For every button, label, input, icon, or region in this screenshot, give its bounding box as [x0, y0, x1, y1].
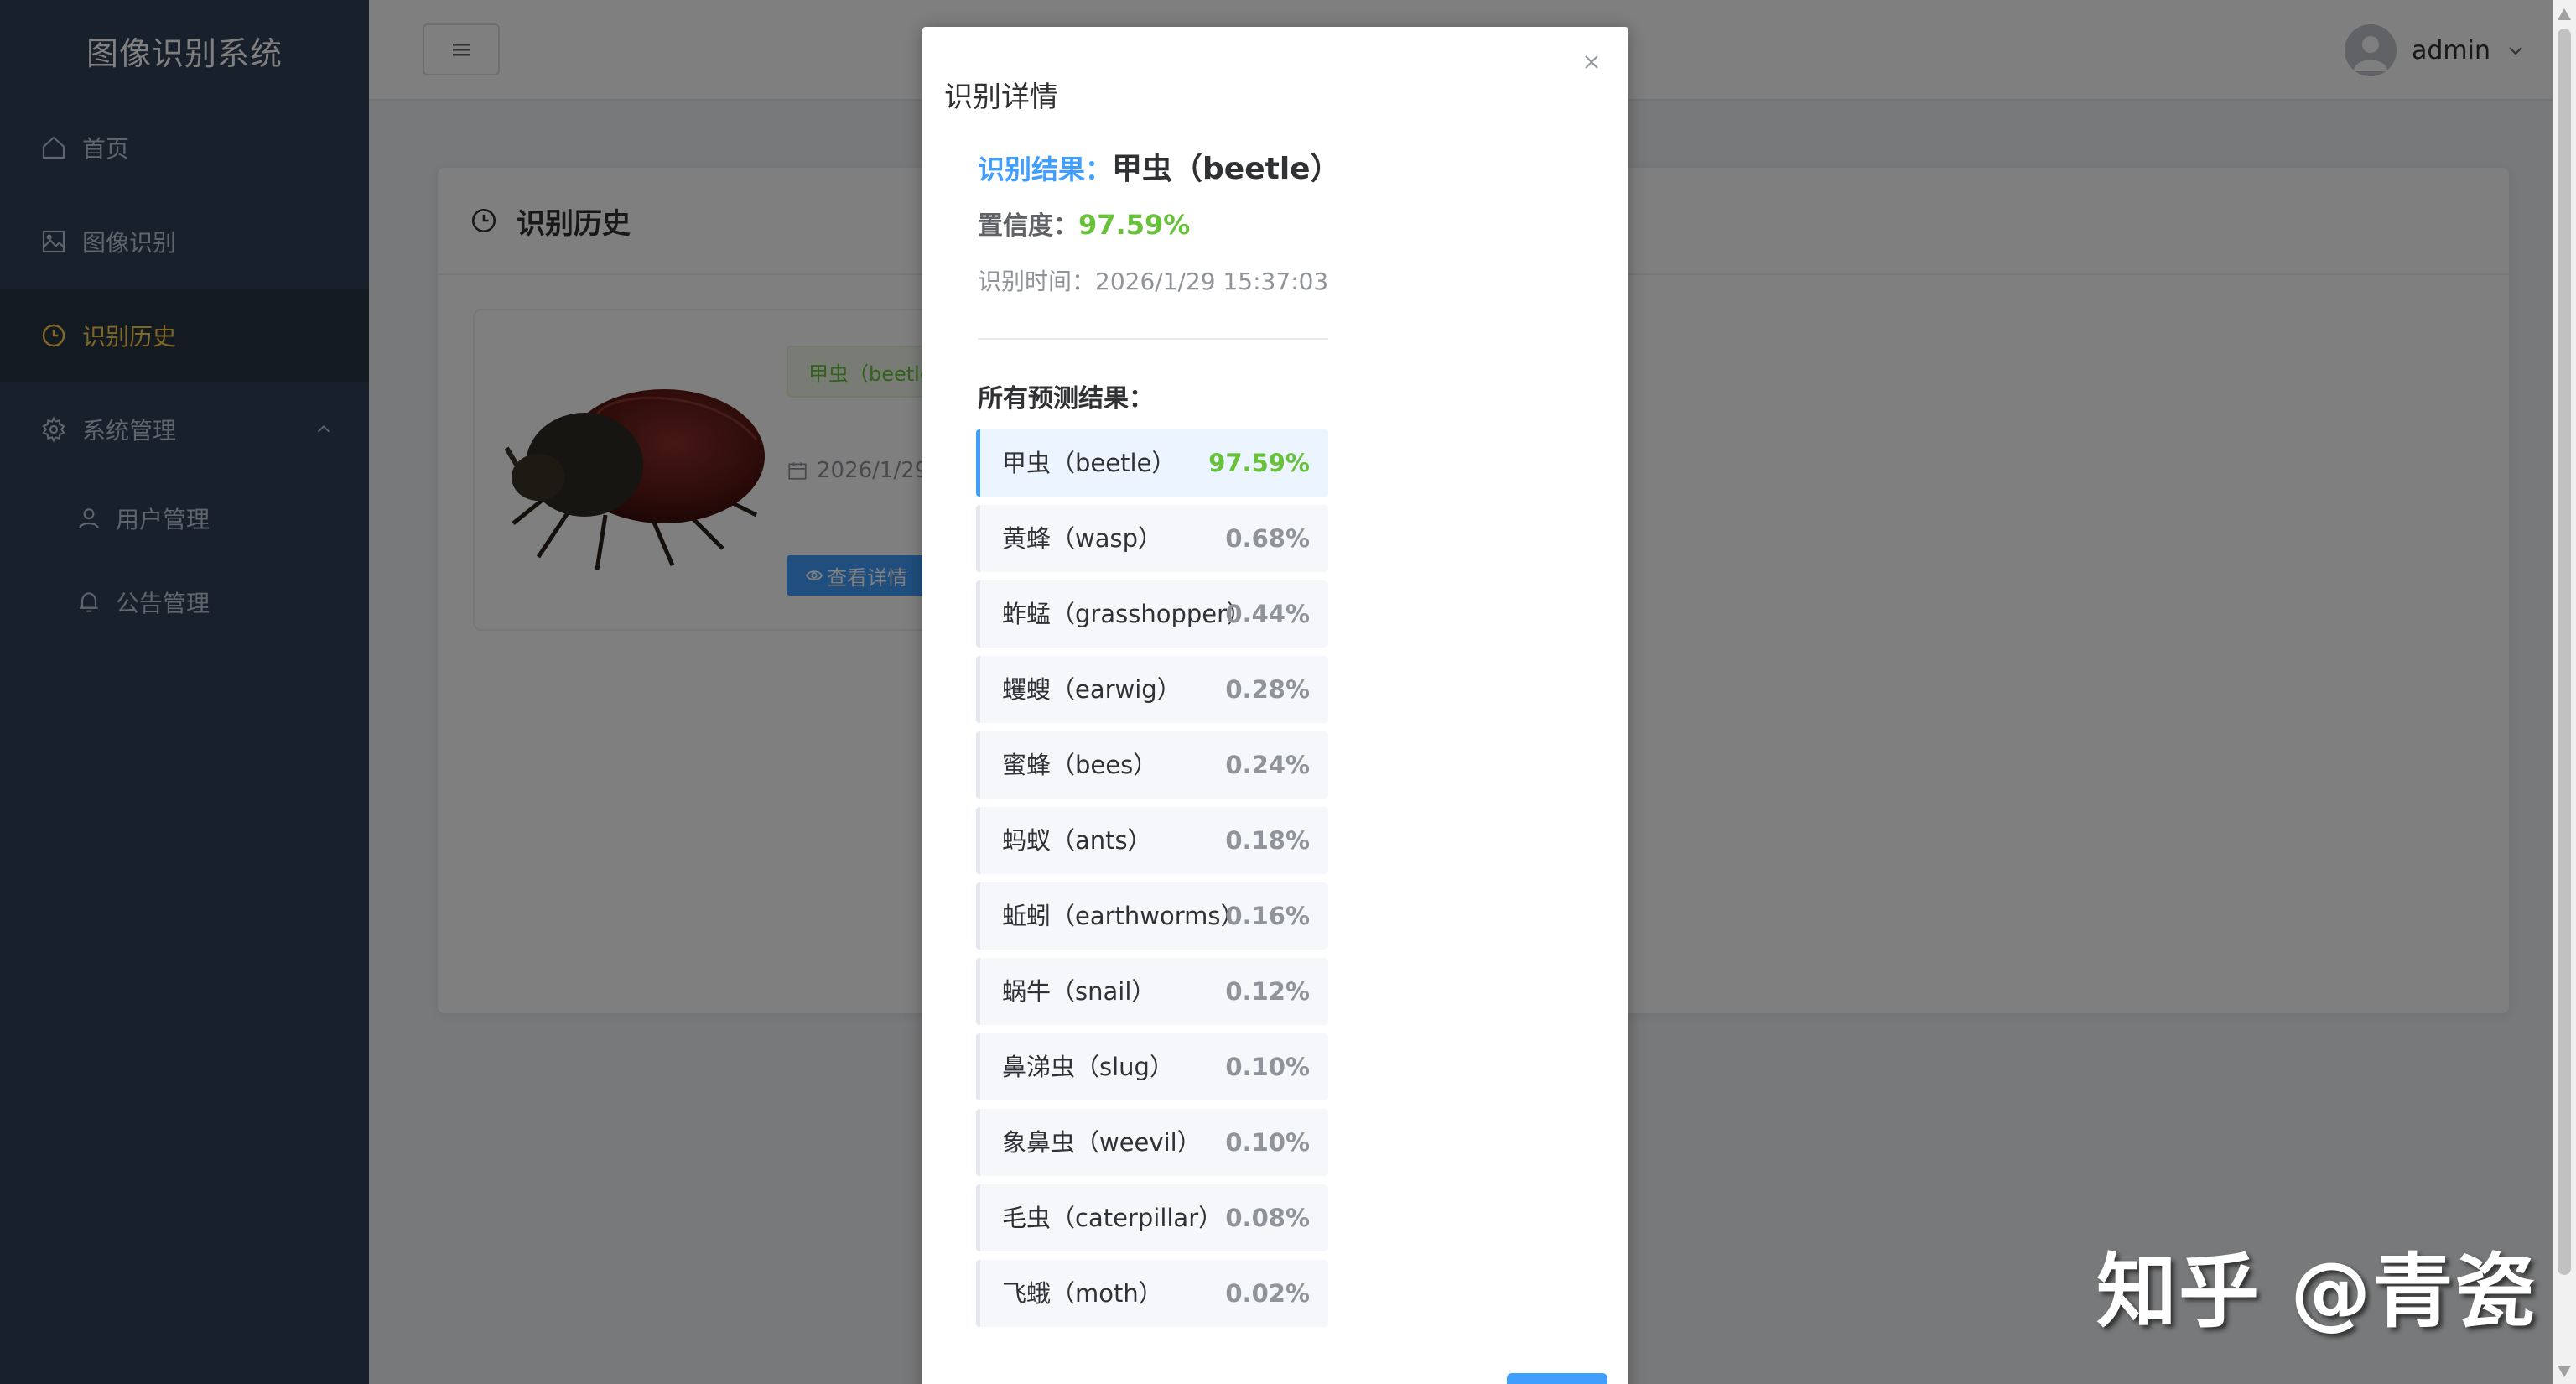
prediction-name: 象鼻虫（weevil） [1002, 1128, 1202, 1157]
prediction-row: 飞蛾（moth） 0.02% [976, 1260, 1328, 1327]
prediction-percent: 0.16% [1225, 902, 1310, 930]
scroll-thumb[interactable] [2558, 29, 2571, 1275]
scroll-down-arrow-icon[interactable] [2558, 1366, 2571, 1377]
prediction-row: 蠼螋（earwig） 0.28% [976, 656, 1328, 723]
prediction-percent: 0.28% [1225, 675, 1310, 704]
prediction-percent: 0.08% [1225, 1204, 1310, 1232]
all-predictions-label: 所有预测结果： [978, 384, 1154, 414]
prediction-name: 鼻涕虫（slug） [1002, 1053, 1174, 1081]
page-scrollbar[interactable] [2553, 0, 2576, 1384]
watermark: 知乎 @青瓷 [2096, 1245, 2537, 1339]
confidence-label: 置信度： [978, 211, 1078, 241]
close-button[interactable] [1575, 45, 1608, 79]
time-line: 识别时间： 2026/1/29 15:37:03 [978, 263, 1328, 297]
time-label: 识别时间： [978, 268, 1096, 295]
prediction-percent: 0.18% [1225, 826, 1310, 855]
prediction-row: 蜗牛（snail） 0.12% [976, 958, 1328, 1025]
result-label: 识别结果： [978, 153, 1113, 185]
result-value: 甲虫（beetle） [1112, 152, 1341, 186]
prediction-percent: 0.10% [1225, 1053, 1310, 1081]
prediction-row: 黄蜂（wasp） 0.68% [976, 505, 1328, 572]
prediction-percent: 0.44% [1225, 600, 1310, 628]
time-value: 2026/1/29 15:37:03 [1095, 268, 1329, 295]
confidence-value: 97.59% [1078, 209, 1191, 241]
prediction-name: 飞蛾（moth） [1002, 1279, 1163, 1308]
prediction-name: 黄蜂（wasp） [1002, 524, 1163, 553]
dialog-title: 识别详情 [944, 81, 1058, 114]
prediction-row: 甲虫（beetle） 97.59% [976, 429, 1328, 497]
scroll-up-arrow-icon[interactable] [2558, 8, 2571, 20]
prediction-row: 蚯蚓（earthworms） 0.16% [976, 882, 1328, 950]
prediction-percent: 97.59% [1208, 449, 1310, 477]
prediction-name: 蚯蚓（earthworms） [1002, 902, 1245, 930]
prediction-percent: 0.24% [1225, 751, 1310, 779]
prediction-name: 蜜蜂（bees） [1002, 751, 1158, 779]
prediction-percent: 0.10% [1225, 1128, 1310, 1157]
confidence-line: 置信度： 97.59% [978, 205, 1190, 242]
prediction-list: 甲虫（beetle） 97.59% 黄蜂（wasp） 0.68% 蚱蜢（gras… [976, 429, 1328, 1335]
divider [978, 338, 1328, 340]
prediction-name: 蚱蜢（grasshopper） [1002, 600, 1252, 628]
prediction-row: 毛虫（caterpillar） 0.08% [976, 1184, 1328, 1251]
prediction-name: 蚂蚁（ants） [1002, 826, 1152, 855]
prediction-name: 甲虫（beetle） [1002, 449, 1176, 477]
prediction-row: 蚂蚁（ants） 0.18% [976, 807, 1328, 874]
detail-dialog: 识别详情 识别结果： 甲虫（beetle） 置信度： 97.59% 识别时间： … [922, 27, 1628, 1384]
close-icon [1585, 55, 1598, 69]
prediction-row: 蚱蜢（grasshopper） 0.44% [976, 580, 1328, 648]
result-line: 识别结果： 甲虫（beetle） [978, 144, 1341, 188]
prediction-percent: 0.12% [1225, 977, 1310, 1006]
prediction-name: 蠼螋（earwig） [1002, 675, 1182, 704]
prediction-percent: 0.68% [1225, 524, 1310, 553]
prediction-row: 蜜蜂（bees） 0.24% [976, 731, 1328, 799]
prediction-name: 毛虫（caterpillar） [1002, 1204, 1223, 1232]
confirm-button[interactable] [1507, 1373, 1607, 1384]
prediction-name: 蜗牛（snail） [1002, 977, 1156, 1006]
prediction-row: 鼻涕虫（slug） 0.10% [976, 1033, 1328, 1100]
prediction-row: 象鼻虫（weevil） 0.10% [976, 1109, 1328, 1176]
prediction-percent: 0.02% [1225, 1279, 1310, 1308]
